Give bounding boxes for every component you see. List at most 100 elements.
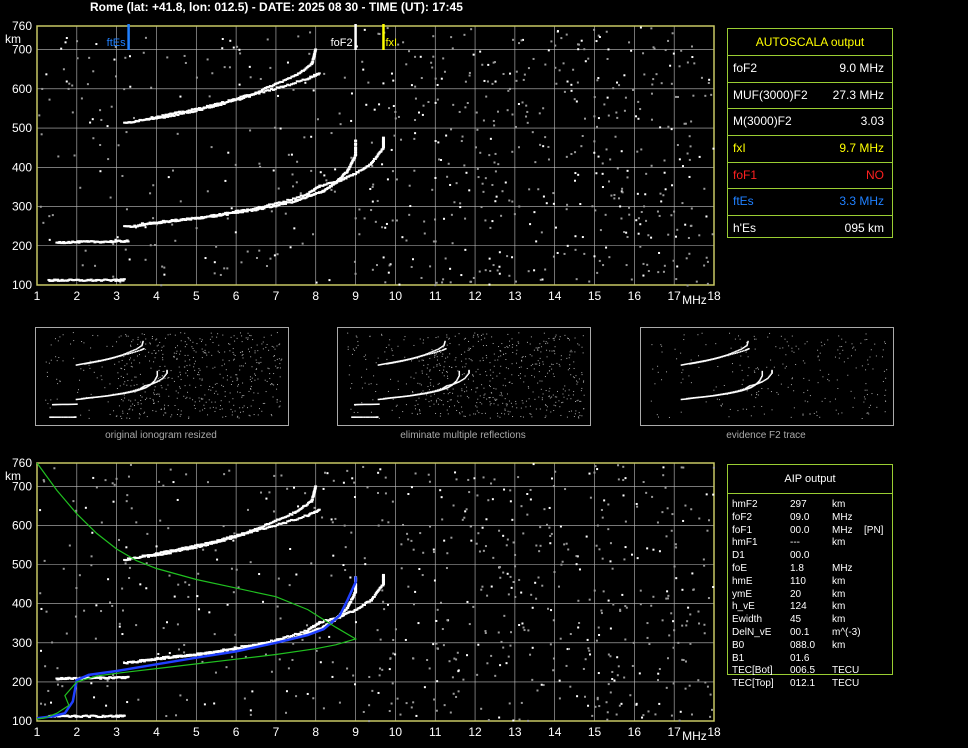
noise-point: [381, 589, 384, 592]
noise-point: [569, 633, 572, 636]
noise-point: [549, 542, 552, 545]
noise-point: [624, 546, 627, 549]
noise-point: [684, 687, 687, 690]
noise-point: [682, 519, 685, 522]
noise-point: [446, 619, 449, 622]
noise-point: [509, 575, 512, 578]
noise-point: [545, 202, 548, 205]
noise-point: [613, 197, 616, 200]
noise-point: [110, 105, 113, 108]
noise-point: [443, 70, 446, 73]
trace-point: [306, 630, 310, 633]
noise-point: [289, 246, 292, 249]
trace-point: [305, 503, 309, 506]
noise-point: [410, 539, 413, 542]
noise-point: [50, 701, 53, 704]
noise-point: [229, 39, 232, 42]
noise-point: [618, 84, 621, 87]
noise-point: [575, 555, 578, 558]
noise-point: [408, 184, 411, 187]
noise-point: [639, 108, 642, 111]
noise-point: [686, 152, 689, 155]
noise-point: [216, 558, 219, 561]
noise-point: [38, 114, 41, 117]
noise-point: [496, 110, 499, 113]
noise-point: [171, 223, 174, 226]
noise-point: [259, 77, 262, 80]
noise-point: [461, 518, 464, 521]
trace-series: [123, 485, 318, 562]
noise-point: [708, 519, 711, 522]
noise-point: [597, 155, 600, 158]
noise-point: [520, 505, 523, 508]
noise-point: [104, 479, 107, 482]
noise-point: [323, 174, 326, 177]
noise-point: [639, 589, 642, 592]
noise-point: [453, 201, 456, 204]
noise-point: [179, 200, 182, 203]
noise-point: [483, 79, 486, 82]
noise-point: [529, 653, 532, 656]
noise-point: [558, 69, 561, 72]
noise-point: [290, 153, 293, 156]
noise-point: [354, 621, 357, 624]
noise-point: [391, 500, 394, 503]
noise-point: [92, 70, 95, 73]
noise-point: [65, 632, 68, 635]
noise-point: [370, 209, 373, 212]
noise-point: [455, 695, 458, 698]
noise-point: [376, 199, 379, 202]
x-tick-label: 16: [628, 289, 642, 303]
noise-point: [304, 492, 307, 495]
noise-point: [265, 265, 268, 268]
noise-point: [512, 580, 515, 583]
noise-point: [93, 696, 96, 699]
noise-point: [595, 544, 598, 547]
noise-point: [124, 248, 127, 251]
trace-series: [55, 239, 130, 245]
noise-point: [125, 500, 128, 503]
noise-point: [662, 474, 665, 477]
noise-point: [443, 704, 446, 707]
noise-point: [552, 255, 555, 258]
noise-point: [622, 465, 625, 468]
noise-point: [536, 689, 539, 692]
noise-point: [426, 659, 429, 662]
noise-point: [208, 95, 211, 98]
noise-point: [215, 245, 218, 248]
noise-point: [408, 50, 411, 53]
noise-point: [688, 158, 691, 161]
trace-series: [123, 139, 358, 228]
noise-point: [330, 132, 333, 135]
noise-point: [586, 638, 589, 641]
noise-point: [613, 679, 616, 682]
noise-point: [594, 705, 597, 708]
noise-point: [484, 545, 487, 548]
noise-point: [455, 182, 458, 185]
noise-point: [595, 125, 598, 128]
noise-point: [94, 637, 97, 640]
noise-point: [490, 585, 493, 588]
noise-point: [593, 255, 596, 258]
noise-point: [650, 118, 653, 121]
noise-point: [698, 517, 701, 520]
noise-point: [433, 579, 436, 582]
noise-point: [51, 641, 54, 644]
noise-point: [598, 705, 601, 708]
noise-point: [176, 132, 179, 135]
noise-point: [394, 653, 397, 656]
noise-point: [301, 242, 304, 245]
x-tick-label: 14: [548, 289, 562, 303]
x-tick-label: 15: [588, 289, 602, 303]
noise-point: [667, 233, 670, 236]
noise-point: [706, 529, 709, 532]
noise-point: [455, 478, 458, 481]
noise-point: [533, 269, 536, 272]
noise-point: [662, 466, 665, 469]
noise-point: [637, 100, 640, 103]
noise-point: [231, 655, 234, 658]
noise-point: [328, 635, 331, 638]
noise-point: [183, 651, 186, 654]
noise-point: [629, 694, 632, 697]
noise-point: [591, 205, 594, 208]
